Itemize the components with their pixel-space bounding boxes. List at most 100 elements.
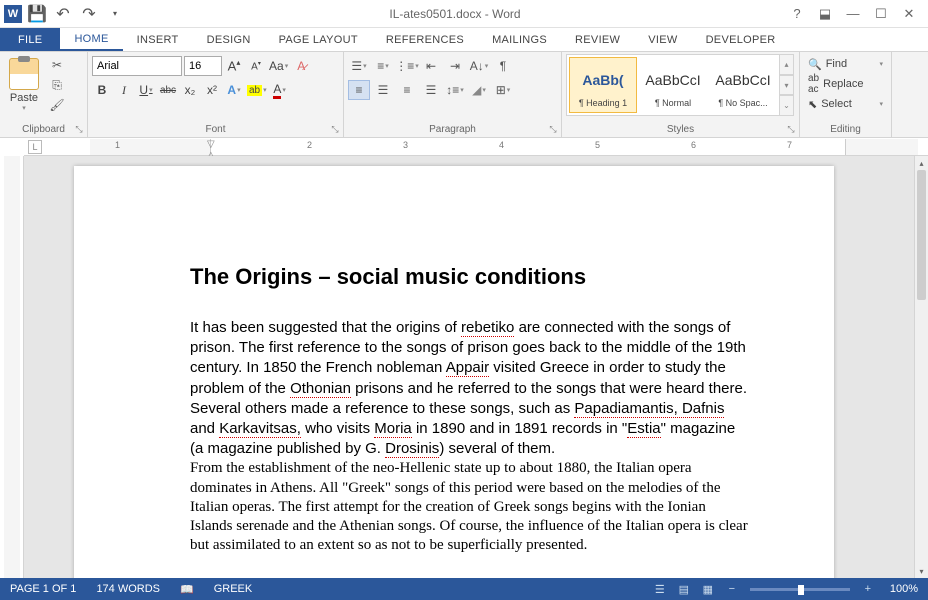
increase-font-button[interactable]: A▴ <box>224 56 244 76</box>
word-count-status[interactable]: 174 WORDS <box>86 578 170 600</box>
align-left-button[interactable]: ≡ <box>348 80 370 100</box>
style-heading-1[interactable]: AaBb( ¶ Heading 1 <box>569 57 637 113</box>
text-effects-button[interactable]: A <box>224 80 244 100</box>
tab-mailings[interactable]: MAILINGS <box>478 28 561 51</box>
zoom-in-button[interactable]: + <box>856 578 880 600</box>
change-case-button[interactable]: Aa <box>268 56 289 76</box>
copy-button[interactable]: ⎘ <box>46 76 68 94</box>
save-button[interactable]: 💾 <box>26 3 48 25</box>
paste-button[interactable]: Paste ▾ <box>4 54 44 114</box>
bold-button[interactable]: B <box>92 80 112 100</box>
font-name-input[interactable] <box>92 56 182 76</box>
font-color-button[interactable]: A <box>270 80 290 100</box>
web-layout-button[interactable]: ▦ <box>696 578 720 600</box>
align-center-button[interactable]: ☰ <box>372 80 394 100</box>
highlight-button[interactable]: ab <box>246 80 268 100</box>
sort-button[interactable]: A↓ <box>468 56 490 76</box>
minimize-button[interactable]: — <box>840 3 866 25</box>
cut-button[interactable]: ✂ <box>46 56 68 74</box>
clear-formatting-button[interactable]: A̷ <box>291 56 311 76</box>
close-button[interactable]: ✕ <box>896 3 922 25</box>
tab-file[interactable]: FILE <box>0 28 60 51</box>
document-paragraph[interactable]: From the establishment of the neo-Hellen… <box>190 459 748 555</box>
ruler-mark: 6 <box>691 140 696 150</box>
replace-button[interactable]: abacReplace <box>804 74 887 94</box>
tab-view[interactable]: VIEW <box>634 28 691 51</box>
shading-icon: ◢ <box>472 83 481 97</box>
indent-icon: ⇥ <box>450 59 460 73</box>
tab-design[interactable]: DESIGN <box>193 28 265 51</box>
gallery-down-button[interactable]: ▾ <box>780 75 794 96</box>
undo-button[interactable]: ↶ <box>52 3 74 25</box>
font-launcher[interactable]: ⤡ <box>329 123 341 135</box>
page-count-status[interactable]: PAGE 1 OF 1 <box>0 578 86 600</box>
line-spacing-button[interactable]: ↕≡ <box>444 80 466 100</box>
styles-gallery: AaBb( ¶ Heading 1 AaBbCcI ¶ Normal AaBbC… <box>566 54 780 116</box>
style-normal[interactable]: AaBbCcI ¶ Normal <box>639 57 707 113</box>
multilevel-button[interactable]: ⋮≡ <box>396 56 418 76</box>
read-mode-button[interactable]: ☰ <box>648 578 672 600</box>
help-button[interactable]: ? <box>784 3 810 25</box>
close-icon: ✕ <box>904 6 915 22</box>
shading-button[interactable]: ◢ <box>468 80 490 100</box>
align-right-button[interactable]: ≡ <box>396 80 418 100</box>
line-spacing-icon: ↕≡ <box>446 83 459 97</box>
style-name-label: ¶ Normal <box>642 98 704 108</box>
superscript-button[interactable]: x² <box>202 80 222 100</box>
zoom-slider[interactable] <box>750 588 850 591</box>
scroll-thumb[interactable] <box>917 170 926 300</box>
font-size-input[interactable] <box>184 56 222 76</box>
print-layout-button[interactable]: ▤ <box>672 578 696 600</box>
tab-insert[interactable]: INSERT <box>123 28 193 51</box>
borders-button[interactable]: ⊞ <box>492 80 514 100</box>
find-button[interactable]: 🔍Find <box>804 54 887 74</box>
select-button[interactable]: ⬉Select <box>804 94 887 114</box>
styles-launcher[interactable]: ⤡ <box>785 123 797 135</box>
document-page[interactable]: The Origins – social music conditions It… <box>74 166 834 578</box>
maximize-icon: ☐ <box>875 6 887 22</box>
format-painter-button[interactable]: 🖌 <box>46 96 68 114</box>
strikethrough-button[interactable]: abc <box>158 80 178 100</box>
decrease-font-button[interactable]: A▾ <box>246 56 266 76</box>
paragraph-launcher[interactable]: ⤡ <box>547 123 559 135</box>
tab-developer[interactable]: DEVELOPER <box>692 28 790 51</box>
tab-review[interactable]: REVIEW <box>561 28 634 51</box>
justify-button[interactable]: ☰ <box>420 80 442 100</box>
print-layout-icon: ▤ <box>679 583 689 596</box>
tab-home[interactable]: HOME <box>60 28 122 51</box>
maximize-button[interactable]: ☐ <box>868 3 894 25</box>
style-no-spacing[interactable]: AaBbCcI ¶ No Spac... <box>709 57 777 113</box>
gallery-up-button[interactable]: ▴ <box>780 54 794 75</box>
multilevel-icon: ⋮≡ <box>395 59 414 73</box>
vertical-scrollbar[interactable]: ▴ ▾ <box>914 156 928 578</box>
scroll-down-button[interactable]: ▾ <box>915 564 928 578</box>
show-marks-button[interactable]: ¶ <box>492 56 514 76</box>
scroll-up-button[interactable]: ▴ <box>915 156 928 170</box>
increase-indent-button[interactable]: ⇥ <box>444 56 466 76</box>
underline-button[interactable]: U <box>136 80 156 100</box>
vertical-ruler[interactable] <box>0 156 24 578</box>
subscript-button[interactable]: x₂ <box>180 80 200 100</box>
document-heading[interactable]: The Origins – social music conditions <box>190 264 748 290</box>
zoom-level-status[interactable]: 100% <box>880 583 928 595</box>
gallery-more-button[interactable]: ⌄ <box>780 95 794 116</box>
group-font: A▴ A▾ Aa A̷ B I U abc x₂ x² A ab A Font … <box>88 52 344 137</box>
ruler-mark: 1 <box>115 140 120 150</box>
tab-selector[interactable]: L <box>28 140 42 154</box>
bullets-button[interactable]: ☰ <box>348 56 370 76</box>
tab-references[interactable]: REFERENCES <box>372 28 478 51</box>
qat-customize-button[interactable]: ▾ <box>104 3 126 25</box>
ribbon-options-button[interactable]: ⬓ <box>812 3 838 25</box>
document-paragraph[interactable]: It has been suggested that the origins o… <box>190 318 748 459</box>
tab-page-layout[interactable]: PAGE LAYOUT <box>265 28 372 51</box>
spellcheck-status[interactable]: 📖 <box>170 578 204 600</box>
zoom-out-button[interactable]: − <box>720 578 744 600</box>
italic-button[interactable]: I <box>114 80 134 100</box>
zoom-slider-thumb[interactable] <box>798 585 804 595</box>
clipboard-launcher[interactable]: ⤡ <box>73 123 85 135</box>
decrease-indent-button[interactable]: ⇤ <box>420 56 442 76</box>
language-status[interactable]: GREEK <box>204 578 263 600</box>
redo-button[interactable]: ↷ <box>78 3 100 25</box>
numbering-button[interactable]: ≡ <box>372 56 394 76</box>
horizontal-ruler[interactable]: L 1 2 3 4 5 6 7 ▽△ <box>24 138 928 156</box>
